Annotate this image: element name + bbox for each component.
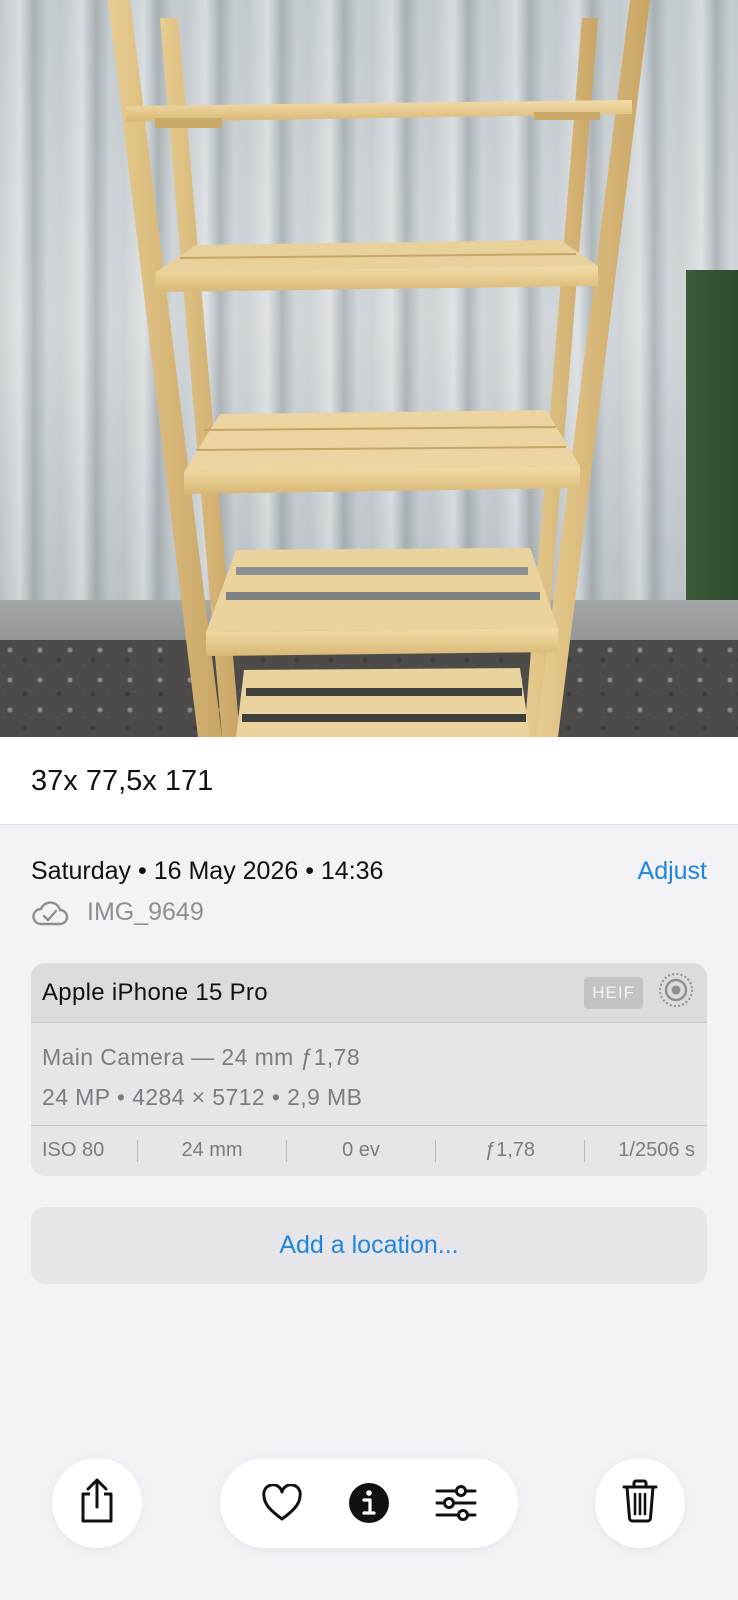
shelf-photo: [108, 0, 650, 737]
spec-iso: ISO 80: [42, 1139, 105, 1161]
favorite-button[interactable]: [252, 1473, 312, 1533]
camera-card-header: Apple iPhone 15 Pro HEIF: [31, 963, 707, 1023]
info-button[interactable]: [339, 1473, 399, 1533]
file-name: IMG_9649: [87, 898, 204, 926]
spec-focal-length: 24 mm: [181, 1139, 243, 1161]
format-badge: HEIF: [584, 976, 643, 1009]
info-icon: [348, 1483, 389, 1523]
share-button[interactable]: [52, 1458, 142, 1548]
photo-caption[interactable]: 37x 77,5x 171: [0, 737, 738, 825]
spec-aperture: ƒ1,78: [484, 1139, 536, 1161]
date-row: Saturday • 16 May 2026 • 14:36 Adjust: [31, 857, 707, 886]
add-location-button[interactable]: Add a location...: [31, 1207, 707, 1284]
device-name: Apple iPhone 15 Pro: [42, 978, 268, 1006]
photo-date: Saturday • 16 May 2026 • 14:36: [31, 857, 384, 885]
camera-info-card: Apple iPhone 15 Pro HEIF Main Camera — 2…: [31, 963, 707, 1176]
file-row: IMG_9649: [31, 898, 204, 927]
image-details: 24 MP • 4284 × 5712 • 2,9 MB: [42, 1084, 363, 1110]
camera-card-body: Main Camera — 24 mm ƒ1,78 24 MP • 4284 ×…: [31, 1023, 707, 1126]
delete-button[interactable]: [595, 1458, 685, 1548]
sliders-icon: [435, 1485, 477, 1521]
live-photo-icon: [657, 971, 695, 1014]
share-icon: [77, 1478, 117, 1529]
edit-button[interactable]: [426, 1473, 486, 1533]
action-pill: [220, 1458, 518, 1548]
spec-shutter: 1/2506 s: [618, 1139, 695, 1161]
lens-info: Main Camera — 24 mm ƒ1,78: [42, 1044, 361, 1070]
exif-specs: ISO 80 24 mm 0 ev ƒ1,78 1/2506 s: [31, 1126, 707, 1175]
cloud-check-icon: [31, 899, 69, 927]
heart-icon: [261, 1484, 302, 1521]
adjust-button[interactable]: Adjust: [638, 857, 707, 886]
photo-viewer[interactable]: [0, 0, 738, 737]
trash-icon: [622, 1479, 658, 1528]
spec-exposure: 0 ev: [342, 1139, 380, 1161]
